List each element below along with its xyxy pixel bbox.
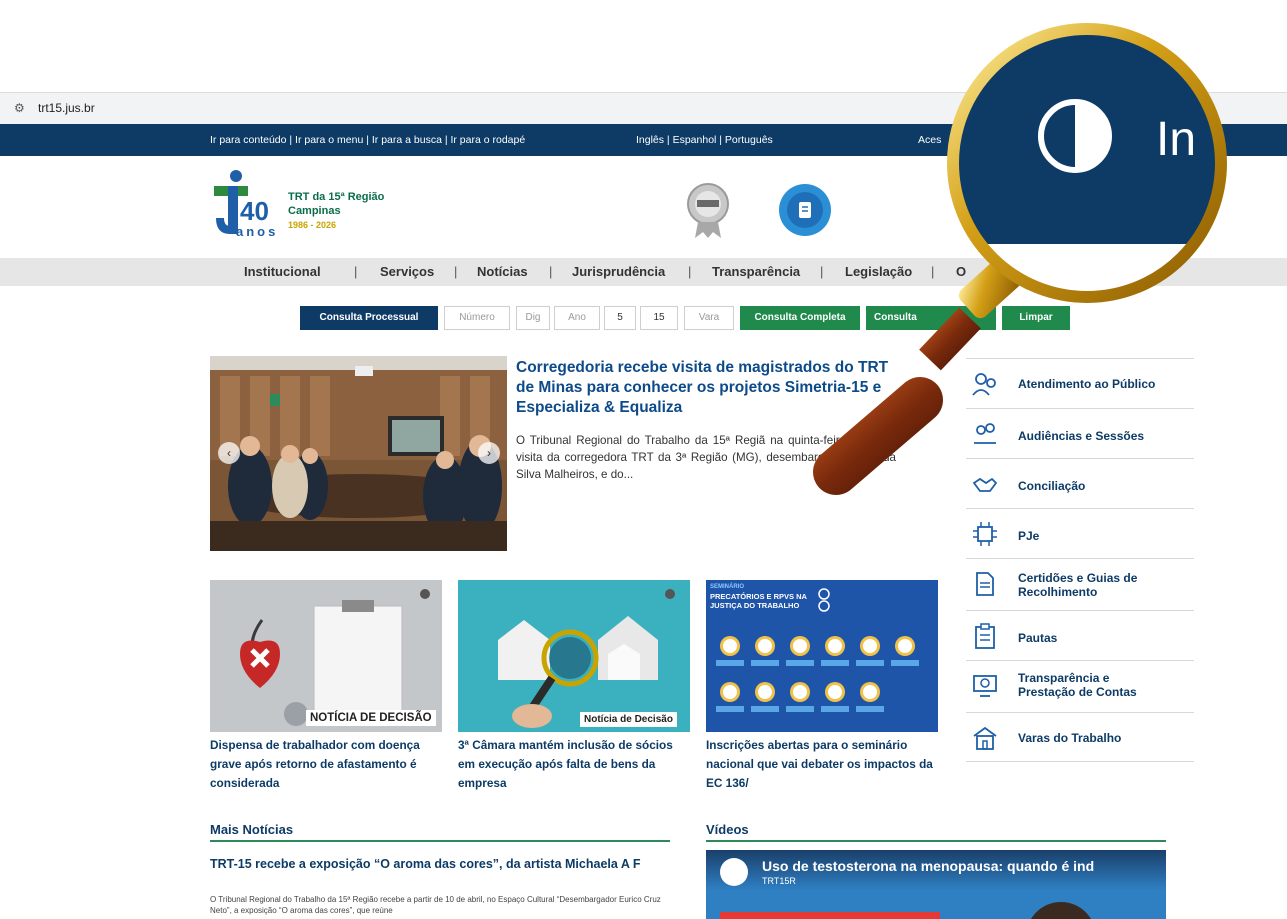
carousel-prev-icon[interactable]: ‹	[218, 442, 240, 464]
sidebar-item-varas[interactable]: Varas do Trabalho	[966, 712, 1194, 762]
sidebar-item-label: PJe	[1018, 529, 1040, 543]
quality-seal-icon	[687, 183, 729, 238]
video-title[interactable]: Uso de testosterona na menopausa: quando…	[762, 858, 1162, 874]
handshake-icon	[972, 477, 998, 492]
magnifier-houses-image	[458, 580, 690, 732]
building-icon	[973, 726, 997, 750]
clipboard-icon	[975, 623, 995, 649]
tribunal-input[interactable]: 15	[640, 306, 678, 330]
sidebar-item-label: Varas do Trabalho	[1018, 731, 1122, 745]
people-icon	[972, 373, 996, 396]
news-card-caption-2[interactable]: 3ª Câmara mantém inclusão de sócios em e…	[458, 736, 690, 793]
consulta-button[interactable]: Consulta	[866, 306, 996, 330]
logo-line1: TRT da 15ª Região	[288, 191, 385, 203]
sidebar-item-pautas[interactable]: Pautas	[966, 610, 1194, 660]
main-nav: Institucional | Serviços | Notícias | Ju…	[0, 258, 1287, 286]
nav-institucional[interactable]: Institucional	[244, 264, 321, 279]
logo-anos: anos	[236, 224, 279, 239]
segmento-input[interactable]: 5	[604, 306, 636, 330]
video-player[interactable]: Uso de testosterona na menopausa: quando…	[706, 850, 1166, 919]
news-card-image-3[interactable]: SEMINÁRIO PRECATÓRIOS E RPVS NA JUSTIÇA …	[706, 580, 938, 732]
news-card-caption-1[interactable]: Dispensa de trabalhador com doença grave…	[210, 736, 442, 793]
numero-input[interactable]: Número	[444, 306, 510, 330]
chip-icon	[973, 522, 997, 546]
digito-input[interactable]: Dig	[516, 306, 550, 330]
news-card-caption-3[interactable]: Inscrições abertas para o seminário naci…	[706, 736, 942, 793]
nav-legislacao[interactable]: Legislação	[845, 264, 912, 279]
featured-photo[interactable]: ‹ ›	[210, 356, 507, 551]
simple-language-seal-icon	[779, 184, 831, 236]
video-banner	[720, 912, 940, 919]
decision-badge: NOTÍCIA DE DECISÃO	[306, 710, 436, 726]
sidebar-item-label: Certidões e Guias de Recolhimento	[1018, 571, 1138, 599]
logo-years: 40	[240, 196, 269, 226]
ano-input[interactable]: Ano	[554, 306, 600, 330]
presenter-image	[1026, 902, 1096, 919]
section-divider	[210, 840, 670, 842]
decision-badge: Notícia de Decisão	[580, 712, 677, 727]
nav-separator: |	[354, 264, 358, 279]
nav-servicos[interactable]: Serviços	[380, 264, 434, 279]
sidebar-item-label: Conciliação	[1018, 479, 1086, 493]
news-card-image-2[interactable]: Notícia de Decisão	[458, 580, 690, 732]
site-header	[0, 156, 1287, 258]
poster-kicker: SEMINÁRIO	[710, 584, 745, 590]
meeting-room-image	[210, 356, 507, 551]
poster-title: PRECATÓRIOS E RPVS NA JUSTIÇA DO TRABALH…	[710, 592, 807, 610]
sidebar-item-label: Audiências e Sessões	[1018, 429, 1145, 443]
nav-separator: |	[931, 264, 935, 279]
address-bar[interactable]: ⚙ trt15.jus.br	[0, 92, 1287, 124]
skip-links[interactable]: Ir para conteúdo | Ir para o menu | Ir p…	[210, 134, 525, 146]
sidebar-item-label: Atendimento ao Público	[1018, 377, 1156, 391]
consulta-processual-button[interactable]: Consulta Processual	[300, 306, 438, 330]
logo-text: TRT da 15ª Região Campinas 1986 - 2026	[288, 190, 384, 232]
featured-title[interactable]: Corregedoria recebe visita de magistrado…	[516, 358, 896, 418]
news-list-body: O Tribunal Regional do Trabalho da 15ª R…	[210, 895, 661, 915]
nav-separator: |	[820, 264, 824, 279]
site-settings-icon[interactable]: ⚙	[14, 101, 25, 115]
nav-jurisprudencia[interactable]: Jurisprudência	[572, 264, 665, 279]
mais-noticias-heading: Mais Notícias	[210, 822, 294, 837]
news-card-image-1[interactable]: NOTÍCIA DE DECISÃO	[210, 580, 442, 732]
consulta-completa-button[interactable]: Consulta Completa	[740, 306, 860, 330]
logo-line2: Campinas	[288, 205, 341, 217]
language-links[interactable]: Inglês | Espanhol | Português	[636, 134, 773, 146]
url-text[interactable]: trt15.jus.br	[38, 101, 95, 115]
sidebar-item-conciliacao[interactable]: Conciliação	[966, 458, 1194, 508]
channel-avatar[interactable]	[720, 858, 748, 886]
nav-separator: |	[688, 264, 692, 279]
carousel-next-icon[interactable]: ›	[478, 442, 500, 464]
sidebar-item-certidoes[interactable]: Certidões e Guias de Recolhimento	[966, 558, 1194, 610]
zoomed-text: In	[1156, 113, 1197, 166]
featured-body: O Tribunal Regional do Trabalho da 15ª R…	[516, 434, 896, 481]
videos-heading: Vídeos	[706, 822, 749, 837]
document-icon	[976, 572, 994, 596]
sidebar-item-audiencias[interactable]: Audiências e Sessões	[966, 408, 1194, 458]
sidebar-item-transparencia[interactable]: Transparência e Prestação de Contas	[966, 660, 1194, 712]
section-divider	[706, 840, 1166, 842]
nav-separator: |	[549, 264, 553, 279]
sidebar-item-label: Transparência e Prestação de Contas	[1018, 671, 1137, 699]
vara-input[interactable]: Vara	[684, 306, 734, 330]
meeting-icon	[974, 423, 996, 444]
sidebar-item-atendimento[interactable]: Atendimento ao Público	[966, 358, 1194, 408]
nav-other[interactable]: O	[956, 264, 966, 279]
nav-noticias[interactable]: Notícias	[477, 264, 528, 279]
logo-dates: 1986 - 2026	[288, 220, 337, 230]
limpar-button[interactable]: Limpar	[1002, 306, 1070, 330]
monitor-icon	[973, 675, 997, 697]
nav-transparencia[interactable]: Transparência	[712, 264, 800, 279]
sidebar-item-label: Pautas	[1018, 631, 1058, 645]
nav-separator: |	[454, 264, 458, 279]
accessibility-bar: Ir para conteúdo | Ir para o menu | Ir p…	[0, 124, 1287, 156]
video-channel: TRT15R	[762, 876, 796, 886]
news-list-title[interactable]: TRT-15 recebe a exposição “O aroma das c…	[210, 854, 670, 874]
sidebar-item-pje[interactable]: PJe	[966, 508, 1194, 558]
accessibility-link[interactable]: Aces	[918, 134, 941, 146]
